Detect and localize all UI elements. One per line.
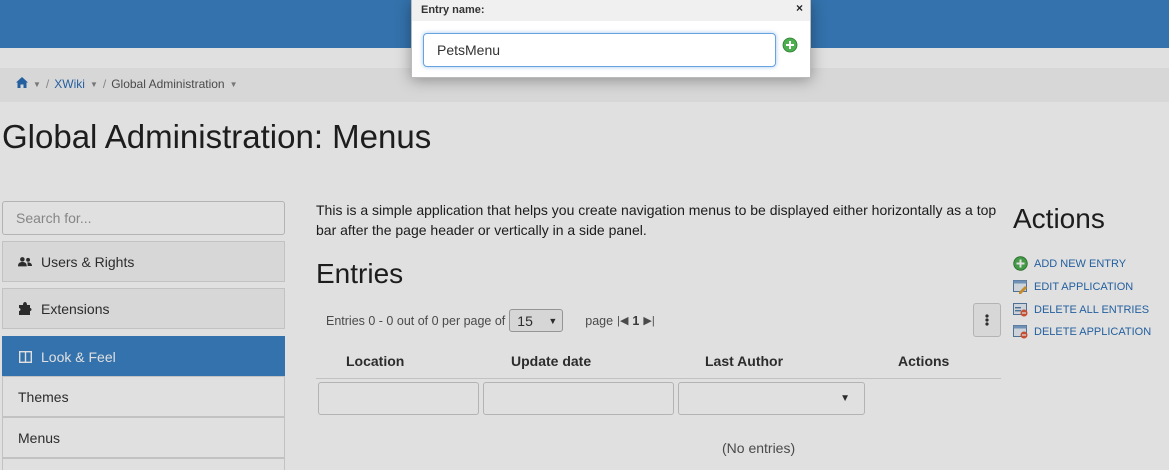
close-icon[interactable]: ×: [796, 1, 803, 15]
entry-name-input[interactable]: [423, 33, 776, 67]
add-icon[interactable]: [782, 37, 798, 53]
dialog-header: Entry name: ×: [412, 0, 810, 21]
entry-name-dialog: Entry name: ×: [411, 0, 811, 78]
dialog-title: Entry name:: [421, 4, 485, 16]
